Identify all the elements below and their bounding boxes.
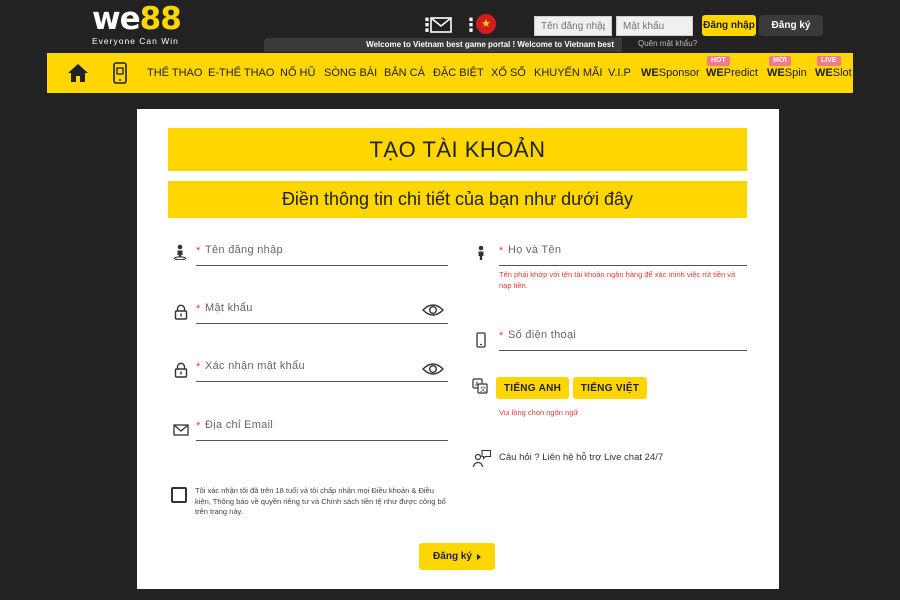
register-button[interactable]: Đăng ký <box>759 15 823 36</box>
required-mark: * <box>196 245 201 257</box>
svg-text:文: 文 <box>480 386 486 394</box>
we-prefix: WE <box>767 67 785 79</box>
submit-register-button[interactable]: Đăng ký <box>419 543 495 570</box>
live-chat-support-link[interactable]: Câu hỏi ? Liên hệ hỗ trợ Live chat 24/7 <box>499 452 663 463</box>
lock-icon <box>174 304 188 320</box>
header-password-input[interactable] <box>616 16 693 36</box>
page-title: TẠO TÀI KHOẢN <box>168 128 747 171</box>
required-mark: * <box>499 330 504 342</box>
nav-item-wesponsor[interactable]: WE Sponsor <box>641 53 700 93</box>
required-mark: * <box>196 420 201 432</box>
user-icon <box>174 244 186 260</box>
forgot-password-link[interactable]: Quên mật khẩu? <box>638 39 697 48</box>
wespin-label: Spin <box>784 67 807 79</box>
terms-checkbox[interactable] <box>171 487 187 503</box>
translate-icon: A 文 <box>472 378 488 394</box>
terms-text: Tôi xác nhận tôi đã trên 18 tuổi và tôi … <box>195 486 446 516</box>
home-icon[interactable] <box>67 63 89 83</box>
logo-we: we <box>92 1 141 37</box>
fullname-placeholder: Họ và Tên <box>508 244 562 256</box>
nav-item-special[interactable]: ĐẶC BIỆT <box>433 53 484 93</box>
we-prefix: WE <box>706 67 724 79</box>
phone-placeholder: Số điện thoại <box>508 329 577 341</box>
phone-icon <box>476 332 486 348</box>
nav-item-esports[interactable]: E-THỂ THAO <box>208 53 274 93</box>
eye-icon[interactable] <box>422 303 444 317</box>
confirm-password-placeholder: Xác nhận mật khẩu <box>205 360 305 372</box>
language-hint: Vui lòng chọn ngôn ngữ <box>499 408 579 417</box>
password-placeholder: Mật khẩu <box>205 302 253 314</box>
main-nav: THỂ THAO E-THỂ THAO NỔ HŨ SÒNG BÀI BẮN C… <box>47 53 853 93</box>
nav-item-casino[interactable]: SÒNG BÀI <box>324 53 377 93</box>
nav-item-sports[interactable]: THỂ THAO <box>147 53 202 93</box>
we-prefix: WE <box>641 67 659 79</box>
envelope-icon <box>173 424 189 436</box>
eye-icon[interactable] <box>422 362 444 376</box>
login-button[interactable]: Đăng nhập <box>702 15 756 36</box>
wepredict-label: Predict <box>723 67 758 79</box>
nav-item-fishing[interactable]: BẮN CÁ <box>384 53 425 93</box>
email-field[interactable]: * Địa chỉ Email <box>196 415 448 441</box>
email-placeholder: Địa chỉ Email <box>205 419 274 431</box>
vietnam-flag-icon[interactable]: ★ <box>476 14 496 34</box>
required-mark: * <box>196 361 201 373</box>
nav-item-slots[interactable]: NỔ HŨ <box>280 53 315 93</box>
submit-label: Đăng ký <box>433 551 472 562</box>
mobile-app-icon[interactable] <box>111 62 129 84</box>
nav-item-vip[interactable]: V.I.P <box>608 53 631 93</box>
lock-icon <box>174 362 188 378</box>
caret-right-icon <box>476 553 481 560</box>
required-mark: * <box>499 245 504 257</box>
logo-88: 88 <box>139 1 182 37</box>
header-username-input[interactable] <box>534 16 612 36</box>
page-subtitle: Điền thông tin chi tiết của bạn như dưới… <box>168 181 747 218</box>
fullname-field[interactable]: * Họ và Tên <box>499 240 747 266</box>
we88-logo[interactable]: we88 Everyone Can Win <box>92 4 212 50</box>
wesponsor-label: Sponsor <box>658 67 700 79</box>
nav-item-wespin[interactable]: WE Spin <box>767 53 807 93</box>
phone-field[interactable]: * Số điện thoại <box>499 325 747 351</box>
nav-item-lottery[interactable]: XỔ SỐ <box>491 53 526 93</box>
person-icon <box>478 245 484 260</box>
username-field[interactable]: * Tên đăng nhập <box>196 240 448 266</box>
logo-tagline: Everyone Can Win <box>92 36 179 46</box>
username-placeholder: Tên đăng nhập <box>205 244 283 256</box>
required-mark: * <box>196 303 201 315</box>
registration-panel: TẠO TÀI KHOẢN Điền thông tin chi tiết củ… <box>137 109 779 589</box>
nav-item-promotions[interactable]: KHUYẾN MÃI <box>534 53 602 93</box>
announcement-marquee: Welcome to Vietnam best game portal ! We… <box>264 38 622 52</box>
password-field[interactable]: * Mật khẩu <box>196 298 448 324</box>
language-english-button[interactable]: TIẾNG ANH <box>496 377 569 399</box>
weslot-label: Slot <box>832 67 852 79</box>
mail-icon[interactable] <box>430 17 452 33</box>
nav-item-weslot[interactable]: WE Slot <box>815 53 852 93</box>
confirm-password-field[interactable]: * Xác nhận mật khẩu <box>196 356 448 382</box>
language-vietnamese-button[interactable]: TIẾNG VIỆT <box>573 377 647 399</box>
nav-item-wepredict[interactable]: WE Predict <box>706 53 758 93</box>
live-chat-icon[interactable] <box>472 449 492 469</box>
fullname-hint: Tên phải khớp với tên tài khoản ngân hàn… <box>499 270 736 290</box>
site-header: we88 Everyone Can Win ⋮ ⋮ ★ Đăng nhập Đă… <box>0 0 900 52</box>
we-prefix: WE <box>815 67 833 79</box>
